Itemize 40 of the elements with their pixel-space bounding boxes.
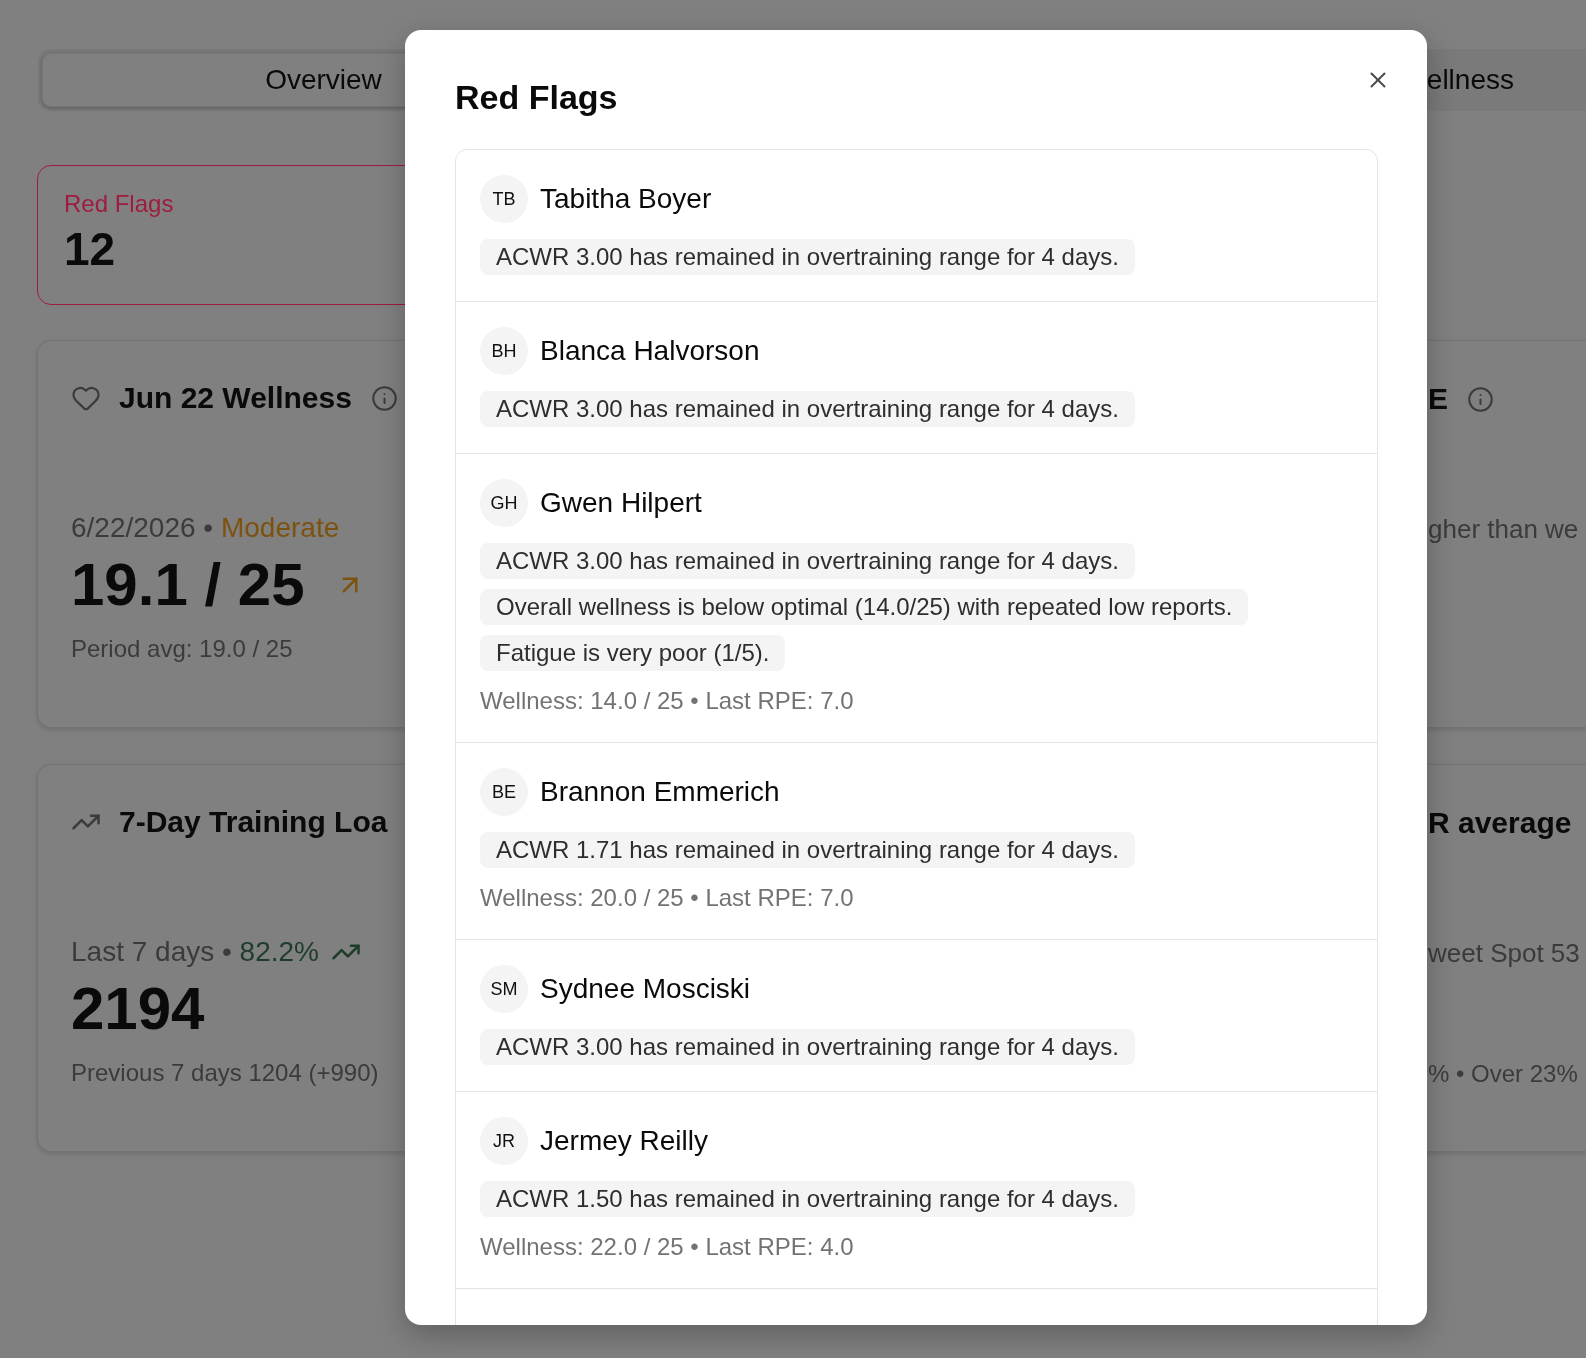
card-subtitle: Last 7 days • 82.2% [71,935,319,969]
flag-reason: ACWR 3.00 has remained in overtraining range for 4 days. [480,391,1135,427]
avatar: JR [480,1117,528,1165]
card-subtitle: gher than we [1428,513,1579,546]
athlete-name: Sydnee Mosciski [540,972,751,1006]
summary-label: Red Flags [64,190,174,218]
flag-reason: ACWR 1.71 has remained in overtraining range for 4 days. [480,832,1135,868]
avatar: GH [480,479,528,527]
flag-reason: ACWR 3.00 has remained in overtraining range for 4 days. [480,239,1135,275]
flag-reason: ACWR 3.00 has remained in overtraining range for 4 days. [480,543,1135,579]
card-note: Previous 7 days 1204 (+990) [71,1058,379,1088]
flag-reason: Overall wellness is below optimal (14.0/25) with repeated low reports. [480,589,1249,625]
card-note: % • Over 23% [1428,1059,1578,1089]
athlete-stats: Wellness: 14.0 / 25 • Last RPE: 7.0 [480,686,854,716]
card-title: Jun 22 Wellness [119,381,352,415]
metric-value: 19.1 / 25 [71,553,305,617]
summary-value: 12 [64,224,116,274]
avatar: BH [480,327,528,375]
athlete-name: Blanca Halvorson [540,334,760,368]
card-subtitle: 6/22/2026 • Moderate [71,511,340,545]
card-note: Period avg: 19.0 / 25 [71,634,293,664]
athlete-name: Jermey Reilly [540,1124,709,1158]
flag-reason: ACWR 3.00 has remained in overtraining range for 4 days. [480,1029,1135,1065]
card-title: 7-Day Training Loa [119,805,388,839]
athlete-stats: Wellness: 22.0 / 25 • Last RPE: 4.0 [480,1232,854,1262]
metric-value: 2194 [71,977,205,1041]
card-subtitle: weet Spot 53 [1428,937,1580,970]
info-icon[interactable] [1467,385,1494,413]
card-title: E [1428,382,1448,416]
flag-reason: Fatigue is very poor (1/5). [480,635,786,671]
info-icon[interactable] [370,384,398,412]
avatar: SM [480,965,528,1013]
athlete-name: Brannon Emmerich [540,775,780,809]
card-title: R average [1428,806,1572,840]
avatar: TB [480,175,528,223]
avatar: BE [480,768,528,816]
tab[interactable]: ellness [1426,53,1582,107]
athlete-stats: Wellness: 20.0 / 25 • Last RPE: 7.0 [480,883,854,913]
athlete-name: Gwen Hilpert [540,486,702,520]
flag-reason: ACWR 1.50 has remained in overtraining range for 4 days. [480,1181,1135,1217]
